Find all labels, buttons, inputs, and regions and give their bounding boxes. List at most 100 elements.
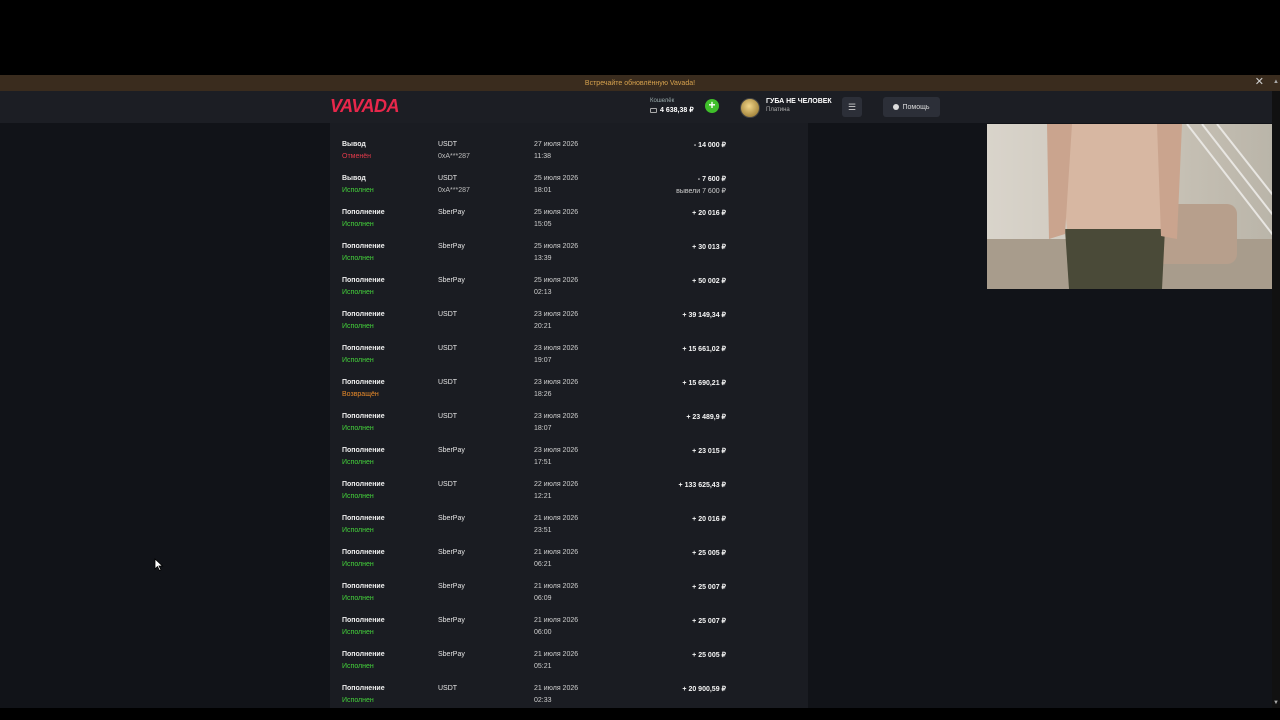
page-scrollbar[interactable]: ▲ ▼ [1272,79,1280,708]
scroll-down-icon[interactable]: ▼ [1273,700,1279,706]
menu-button[interactable]: ☰ [842,97,862,117]
scroll-up-icon[interactable]: ▲ [1273,79,1279,85]
transaction-date: 23 июля 2026 [534,379,579,386]
transaction-time: 06:21 [534,561,552,568]
close-icon[interactable]: ✕ [1255,77,1264,88]
transaction-method: SberPay [438,243,465,250]
transaction-method: USDT [438,481,458,488]
deposit-plus-button[interactable]: + [705,99,719,113]
transaction-row[interactable]: Пополнение Исполнен USDT 23 июля 2026 18:07 +… [330,398,808,432]
transaction-row[interactable]: Пополнение Возвращён USDT 23 июля 2026 18:26… [330,364,808,398]
transaction-date: 27 июля 2026 [534,141,579,148]
transaction-address: 0xA***287 [438,153,470,160]
transaction-status: Исполнен [342,289,374,296]
user-profile[interactable]: ГУБА НЕ ЧЕЛОВЕК Платина [766,98,832,113]
transaction-row[interactable]: Пополнение Исполнен SberPay 21 июля 2026 06:… [330,534,808,568]
transaction-type: Пополнение [342,277,385,284]
user-name: ГУБА НЕ ЧЕЛОВЕК [766,98,832,105]
transaction-method: SberPay [438,515,465,522]
transaction-time: 13:39 [534,255,552,262]
transaction-address: 0xA***287 [438,187,470,194]
transaction-status: Возвращён [342,391,379,398]
transaction-row[interactable]: Пополнение Исполнен SberPay 21 июля 2026 06:… [330,602,808,636]
transaction-status: Исполнен [342,561,374,568]
transaction-row[interactable]: Пополнение Исполнен USDT 21 июля 2026 02:33 +… [330,670,808,704]
transaction-status: Отменён [342,153,371,160]
transaction-date: 25 июля 2026 [534,277,579,284]
transaction-type: Вывод [342,141,366,148]
transaction-status: Исполнен [342,629,374,636]
transaction-time: 05:21 [534,663,552,670]
transaction-type: Пополнение [342,481,385,488]
transaction-row[interactable]: Пополнение Исполнен SberPay 25 июля 2026 15:… [330,194,808,228]
transaction-time: 06:09 [534,595,552,602]
transaction-time: 18:01 [534,187,552,194]
transaction-row[interactable]: Пополнение Исполнен SberPay 21 июля 2026 05:… [330,636,808,670]
transaction-method: SberPay [438,209,465,216]
transaction-method: SberPay [438,583,465,590]
transaction-time: 20:21 [534,323,552,330]
transaction-method: SberPay [438,617,465,624]
user-avatar[interactable] [740,98,760,118]
transaction-amount: + 39 149,34 ₽ [682,312,726,319]
transaction-type: Пополнение [342,549,385,556]
transaction-amount: + 50 002 ₽ [692,278,726,285]
transaction-type: Пополнение [342,651,385,658]
transaction-row[interactable]: Пополнение Исполнен SberPay 25 июля 2026 13:… [330,228,808,262]
transaction-amount: + 25 007 ₽ [692,618,726,625]
transaction-row[interactable]: Вывод Отменён USDT 0xA***287 27 июля 2026 11:… [330,126,808,160]
mouse-cursor-icon [154,558,164,572]
transaction-row[interactable]: Пополнение Исполнен USDT 23 июля 2026 19:07 +… [330,330,808,364]
transaction-status: Исполнен [342,595,374,602]
transaction-status: Исполнен [342,459,374,466]
transaction-status: Исполнен [342,663,374,670]
transaction-date: 22 июля 2026 [534,481,579,488]
transaction-type: Пополнение [342,209,385,216]
transaction-method: USDT [438,175,458,182]
transaction-row[interactable]: Пополнение Исполнен USDT 22 июля 2026 12:21 +… [330,466,808,500]
help-button[interactable]: Помощь [883,97,940,117]
hamburger-icon: ☰ [847,102,857,112]
transaction-method: USDT [438,345,458,352]
transaction-amount: - 7 600 ₽ [697,176,726,183]
transaction-type: Пополнение [342,617,385,624]
transaction-row[interactable]: Пополнение Исполнен USDT 23 июля 2026 20:21 +… [330,296,808,330]
transaction-status: Исполнен [342,527,374,534]
transaction-date: 23 июля 2026 [534,413,579,420]
transaction-method: USDT [438,413,458,420]
transaction-date: 21 июля 2026 [534,651,579,658]
transaction-date: 25 июля 2026 [534,209,579,216]
bottom-bar [0,708,1280,720]
help-button-label: Помощь [902,103,930,111]
transaction-history-list[interactable]: Вывод Отменён USDT 0xA***287 27 июля 2026 11:… [330,123,808,708]
transaction-type: Пополнение [342,345,385,352]
transaction-date: 23 июля 2026 [534,447,579,454]
promo-banner[interactable]: Встречайте обновлённую Vavada! ✕ [0,75,1280,91]
transaction-method: USDT [438,141,458,148]
transaction-amount: + 23 489,9 ₽ [686,414,726,421]
webcam-overlay [987,124,1280,289]
top-header: VAVADA Кошелёк 4 638,38 ₽ + ГУБА НЕ ЧЕЛО… [0,91,1280,123]
transaction-method: SberPay [438,651,465,658]
transaction-method: SberPay [438,277,465,284]
transaction-row[interactable]: Пополнение Исполнен SberPay 23 июля 2026 17:… [330,432,808,466]
transaction-row[interactable]: Вывод Исполнен USDT 0xA***287 25 июля 2026 18… [330,160,808,195]
transaction-type: Пополнение [342,685,385,692]
transaction-amount: - 14 000 ₽ [693,142,726,149]
transaction-date: 21 июля 2026 [534,685,579,692]
transaction-time: 11:38 [534,153,551,160]
transaction-time: 19:07 [534,357,552,364]
transaction-row[interactable]: Пополнение Исполнен SberPay 21 июля 2026 06:… [330,568,808,602]
transaction-time: 02:13 [534,289,552,296]
transaction-row[interactable]: Пополнение Исполнен SberPay 25 июля 2026 02:… [330,262,808,296]
vavada-logo[interactable]: VAVADA [330,96,400,117]
user-level: Платина [766,107,790,113]
transaction-date: 23 июля 2026 [534,345,579,352]
transaction-amount: + 25 005 ₽ [692,550,726,557]
transaction-row[interactable]: Пополнение Исполнен SberPay 21 июля 2026 23:… [330,500,808,534]
transaction-method: SberPay [438,447,465,454]
transaction-date: 21 июля 2026 [534,549,579,556]
transaction-date: 21 июля 2026 [534,583,579,590]
promo-banner-text[interactable]: Встречайте обновлённую Vavada! [585,80,695,87]
wallet[interactable]: Кошелёк 4 638,38 ₽ [650,98,694,114]
